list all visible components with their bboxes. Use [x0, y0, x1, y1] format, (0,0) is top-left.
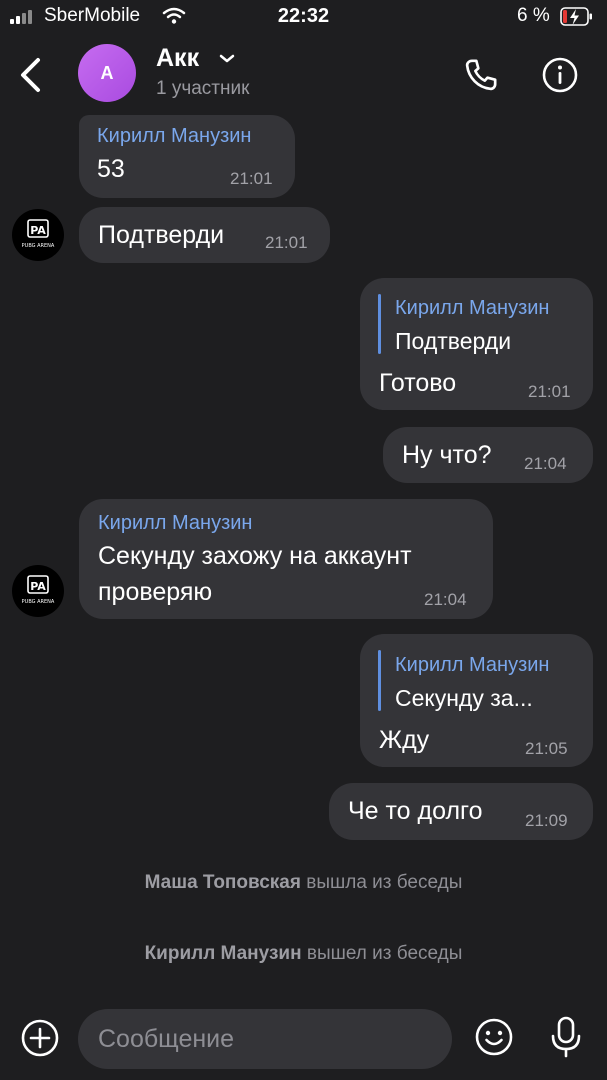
message-bubble[interactable]: Кирилл Манузин Секунду захожу на аккаунт… — [79, 499, 493, 619]
system-message: Кирилл Манузин вышел из беседы — [0, 943, 607, 965]
clock: 22:32 — [277, 5, 330, 27]
message-bubble[interactable]: Кирилл Манузин Подтверди Готово 21:01 — [360, 278, 593, 410]
logo-text-bottom: PUBG ARENA — [22, 599, 55, 605]
logo-text-top: PA — [30, 224, 46, 237]
chat-avatar[interactable]: A — [78, 44, 136, 102]
message-time: 21:04 — [524, 454, 567, 473]
status-bar: SberMobile 22:32 6 % — [0, 0, 607, 34]
quote-text: Секунду за... — [395, 685, 533, 711]
message-time: 21:05 — [525, 739, 568, 758]
message-sender[interactable]: Кирилл Манузин — [98, 512, 252, 535]
message-time: 21:01 — [230, 169, 273, 188]
message-sender[interactable]: Кирилл Манузин — [97, 125, 251, 148]
message-time: 21:01 — [528, 382, 571, 401]
quote-sender[interactable]: Кирилл Манузин — [395, 297, 549, 320]
sender-avatar[interactable]: PA PUBG ARENA — [12, 209, 64, 261]
message-text: Ну что? — [402, 441, 492, 469]
message-text: Подтверди — [98, 221, 225, 249]
message-bubble[interactable]: Кирилл Манузин 53 21:01 — [79, 115, 295, 198]
chevron-down-icon[interactable] — [218, 53, 236, 65]
back-chevron-icon[interactable] — [16, 56, 44, 94]
system-message-name[interactable]: Кирилл Манузин — [145, 943, 302, 964]
message-text-line2: проверяю — [98, 578, 213, 606]
message-time: 21:09 — [525, 811, 568, 830]
add-attachment-icon[interactable] — [20, 1018, 60, 1058]
microphone-icon[interactable] — [548, 1015, 584, 1059]
quote-bar — [378, 650, 381, 711]
message-text: Жду — [379, 726, 430, 754]
message-time: 21:04 — [424, 590, 467, 609]
message-bubble[interactable]: Подтверди 21:01 — [79, 207, 330, 263]
quote-bar — [378, 294, 381, 354]
logo-text-bottom: PUBG ARENA — [22, 243, 55, 249]
quote-text: Подтверди — [395, 328, 512, 354]
emoji-icon[interactable] — [474, 1017, 514, 1057]
info-icon[interactable] — [540, 55, 580, 95]
battery-percent: 6 % — [517, 5, 550, 26]
pubg-arena-logo-icon: PA PUBG ARENA — [22, 219, 55, 249]
message-text: Че то долго — [348, 797, 483, 825]
phone-icon[interactable] — [461, 55, 501, 95]
message-text: Готово — [379, 369, 457, 397]
message-text: 53 — [97, 155, 125, 183]
battery-charging-icon — [560, 7, 592, 26]
chat-title[interactable]: Акк — [156, 44, 199, 73]
pubg-arena-logo-icon: PA PUBG ARENA — [22, 575, 55, 605]
logo-text-top: PA — [30, 580, 46, 593]
chat-subtitle: 1 участник — [156, 78, 250, 99]
sender-avatar[interactable]: PA PUBG ARENA — [12, 565, 64, 617]
system-message: Маша Топовская вышла из беседы — [0, 872, 607, 894]
system-message-action: вышел из беседы — [306, 943, 463, 964]
message-bubble[interactable]: Ну что? 21:04 — [383, 427, 593, 483]
system-message-name[interactable]: Маша Топовская — [145, 872, 301, 893]
message-bubble[interactable]: Кирилл Манузин Секунду за... Жду 21:05 — [360, 634, 593, 767]
message-time: 21:01 — [265, 233, 308, 252]
quote-sender[interactable]: Кирилл Манузин — [395, 654, 549, 677]
message-input-placeholder: Сообщение — [98, 1025, 235, 1053]
message-bubble[interactable]: Че то долго 21:09 — [329, 783, 593, 840]
message-text-line1: Секунду захожу на аккаунт — [98, 542, 412, 570]
system-message-action: вышла из беседы — [306, 872, 463, 893]
message-input[interactable]: Сообщение — [78, 1009, 452, 1069]
